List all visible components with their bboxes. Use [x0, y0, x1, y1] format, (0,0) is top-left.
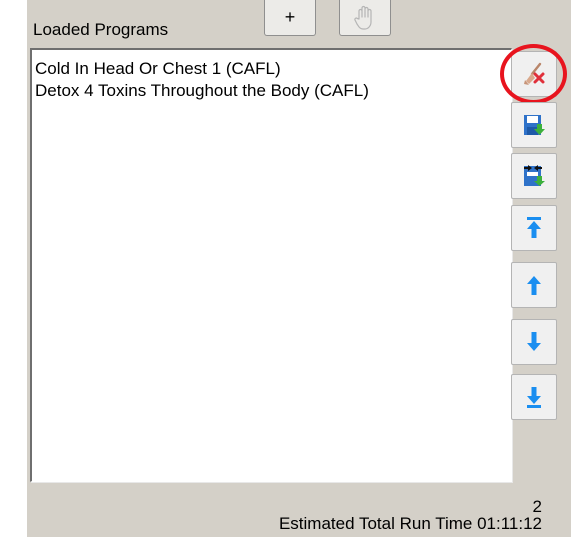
move-down-icon	[527, 332, 541, 351]
move-down-button[interactable]	[511, 319, 557, 365]
move-up-icon	[527, 276, 541, 295]
hand-button[interactable]	[339, 0, 391, 36]
list-item[interactable]: Detox 4 Toxins Throughout the Body (CAFL…	[35, 80, 369, 101]
loaded-programs-list[interactable]: Cold In Head Or Chest 1 (CAFL) Detox 4 T…	[30, 48, 512, 482]
highlight-circle	[500, 44, 567, 104]
estimated-run-time: Estimated Total Run Time 01:11:12	[278, 514, 542, 533]
panel-title: Loaded Programs	[33, 20, 169, 39]
move-to-top-icon	[527, 217, 541, 238]
move-to-bottom-button[interactable]	[511, 374, 557, 420]
move-to-top-button[interactable]	[511, 205, 557, 251]
save-list-button[interactable]	[511, 102, 557, 148]
save-as-button[interactable]	[511, 153, 557, 199]
save-icon	[524, 115, 545, 135]
list-item[interactable]: Cold In Head Or Chest 1 (CAFL)	[35, 58, 281, 79]
add-program-button[interactable]: +	[264, 0, 316, 36]
save-as-icon	[524, 165, 545, 186]
move-to-bottom-icon	[527, 387, 541, 408]
move-up-button[interactable]	[511, 262, 557, 308]
hand-icon	[354, 5, 372, 30]
